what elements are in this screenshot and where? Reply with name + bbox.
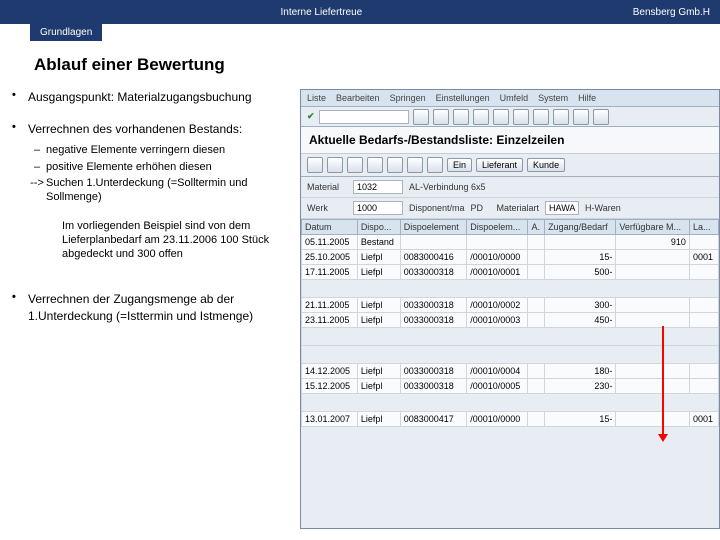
grid-header: Verfügbare M...	[616, 220, 690, 235]
table-row[interactable]: 13.01.2007Liefpl0083000417/00010/000015-…	[302, 412, 719, 427]
tb2-icon-4[interactable]	[367, 157, 383, 173]
next-page-icon[interactable]	[573, 109, 589, 125]
table-row[interactable]: 14.12.2005Liefpl0033000318/00010/0004180…	[302, 364, 719, 379]
bullet-1: Ausgangspunkt: Materialzugangsbuchung	[28, 89, 300, 105]
disp-label: PD	[471, 203, 491, 213]
material-input[interactable]: 1032	[353, 180, 403, 194]
werk-desc: Disponent/ma	[409, 203, 465, 213]
grid-header: Datum	[302, 220, 358, 235]
grid-header: Dispoelement	[400, 220, 467, 235]
menu-bearbeiten[interactable]: Bearbeiten	[336, 93, 380, 103]
table-row[interactable]: 17.11.2005Liefpl0033000318/00010/0001500…	[302, 265, 719, 280]
table-row[interactable]: 21.11.2005Liefpl0033000318/00010/0002300…	[302, 298, 719, 313]
sap-toolbar-2: Ein Lieferant Kunde	[301, 154, 719, 177]
print-icon[interactable]	[493, 109, 509, 125]
last-page-icon[interactable]	[593, 109, 609, 125]
table-row[interactable]: 05.11.2005Bestand910	[302, 235, 719, 250]
sap-window: Liste Bearbeiten Springen Einstellungen …	[300, 89, 720, 529]
tb2-icon-6[interactable]	[407, 157, 423, 173]
kunde-button[interactable]: Kunde	[527, 158, 565, 172]
slide-heading: Ablauf einer Bewertung	[34, 55, 720, 75]
exit-icon[interactable]	[453, 109, 469, 125]
tb2-icon-3[interactable]	[347, 157, 363, 173]
table-row[interactable]: 15.12.2005Liefpl0033000318/00010/0005230…	[302, 379, 719, 394]
sap-toolbar-1: ✔	[301, 107, 719, 127]
sap-grid: DatumDispo...DispoelementDispoelem...A.Z…	[301, 219, 719, 427]
disp-value: Materialart	[497, 203, 540, 213]
werk-input[interactable]: 1000	[353, 201, 403, 215]
sub-1: negative Elemente verringern diesen	[46, 143, 300, 157]
bullet-3: Verrechnen der Zugangsmenge ab der 1.Unt…	[28, 291, 300, 323]
sap-menubar: Liste Bearbeiten Springen Einstellungen …	[301, 90, 719, 107]
menu-springen[interactable]: Springen	[390, 93, 426, 103]
werk-label: Werk	[307, 203, 347, 213]
bullet-list: • Ausgangspunkt: Materialzugangsbuchung …	[12, 89, 300, 324]
ein-button[interactable]: Ein	[447, 158, 472, 172]
save-icon[interactable]	[413, 109, 429, 125]
lieferant-button[interactable]: Lieferant	[476, 158, 523, 172]
page-title: Interne Liefertreue	[10, 7, 633, 18]
material-label: Material	[307, 182, 347, 192]
sub-bullet-list: –negative Elemente verringern diesen –po…	[28, 143, 300, 204]
sub-2: positive Elemente erhöhen diesen	[46, 160, 300, 174]
menu-umfeld[interactable]: Umfeld	[500, 93, 529, 103]
grid-header: Dispo...	[357, 220, 400, 235]
enter-icon[interactable]: ✔	[307, 111, 315, 122]
bullet-2: Verrechnen des vorhandenen Bestands:	[28, 122, 242, 136]
sap-window-title: Aktuelle Bedarfs-/Bestandsliste: Einzelz…	[301, 127, 719, 154]
first-page-icon[interactable]	[533, 109, 549, 125]
tb2-icon-7[interactable]	[427, 157, 443, 173]
materialart-desc: H-Waren	[585, 203, 621, 213]
section-tab: Grundlagen	[30, 24, 102, 41]
company-name: Bensberg Gmb.H	[633, 7, 710, 18]
grid-header: La...	[689, 220, 718, 235]
table-row[interactable]: 25.10.2005Liefpl0083000416/00010/000015-…	[302, 250, 719, 265]
grid-header: Dispoelem...	[467, 220, 528, 235]
menu-system[interactable]: System	[538, 93, 568, 103]
tb2-icon-1[interactable]	[307, 157, 323, 173]
materialart-input[interactable]: HAWA	[545, 201, 579, 215]
command-field[interactable]	[319, 110, 409, 124]
menu-einstellungen[interactable]: Einstellungen	[436, 93, 490, 103]
cancel-icon[interactable]	[473, 109, 489, 125]
tb2-icon-2[interactable]	[327, 157, 343, 173]
find-icon[interactable]	[513, 109, 529, 125]
sub-3: Suchen 1.Unterdeckung (=Solltermin und S…	[46, 176, 300, 205]
material-desc: AL-Verbindung 6x5	[409, 182, 486, 192]
grid-header: A.	[528, 220, 545, 235]
table-row[interactable]: 23.11.2005Liefpl0033000318/00010/0003450…	[302, 313, 719, 328]
tb2-icon-5[interactable]	[387, 157, 403, 173]
grid-header: Zugang/Bedarf	[545, 220, 616, 235]
menu-hilfe[interactable]: Hilfe	[578, 93, 596, 103]
menu-liste[interactable]: Liste	[307, 93, 326, 103]
red-arrow-annotation	[662, 326, 664, 436]
explain-text: Im vorliegenden Beispiel sind von dem Li…	[62, 219, 300, 262]
prev-page-icon[interactable]	[553, 109, 569, 125]
back-icon[interactable]	[433, 109, 449, 125]
